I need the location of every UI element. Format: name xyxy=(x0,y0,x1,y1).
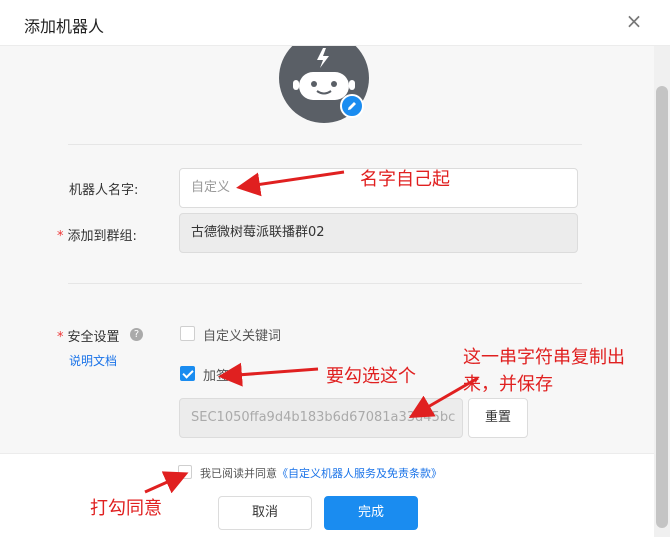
security-label: * 安全设置 xyxy=(57,330,120,345)
sign-option-label: 加签 xyxy=(203,369,230,384)
dialog-titlebar: 添加机器人 × xyxy=(0,0,670,46)
doc-link[interactable]: 说明文档 xyxy=(69,352,117,369)
scrollbar-thumb[interactable] xyxy=(656,86,668,528)
robot-name-label: 机器人名字: xyxy=(69,183,139,198)
annotation-sign: 要勾选这个 xyxy=(326,366,416,387)
keyword-option-label: 自定义关键词 xyxy=(203,329,282,344)
done-button[interactable]: 完成 xyxy=(324,496,418,530)
agree-text: 我已阅读并同意《自定义机器人服务及免责条款》 xyxy=(200,465,442,481)
pencil-icon xyxy=(348,102,356,110)
annotation-copy-line1: 这一串字符串复制出 xyxy=(463,347,625,368)
agree-checkbox[interactable] xyxy=(178,465,192,479)
annotation-name: 名字自己起 xyxy=(360,169,450,190)
section-divider-mid xyxy=(68,283,582,284)
section-divider-top xyxy=(68,144,582,145)
close-icon[interactable]: × xyxy=(624,10,644,32)
sign-checkbox[interactable] xyxy=(180,366,195,381)
group-label: * 添加到群组: xyxy=(57,229,137,244)
reset-button[interactable]: 重置 xyxy=(468,398,528,438)
group-field: 古德微树莓派联播群02 xyxy=(179,213,578,253)
secret-field[interactable]: SEC1050ffa9d4b183b6d67081a33d45bc xyxy=(179,398,463,438)
avatar-edit-button[interactable] xyxy=(340,94,364,118)
annotation-copy-line2: 来，并保存 xyxy=(463,374,553,395)
annotation-agree: 打勾同意 xyxy=(90,498,162,519)
cancel-button[interactable]: 取消 xyxy=(218,496,312,530)
terms-link[interactable]: 《自定义机器人服务及免责条款》 xyxy=(277,467,442,480)
add-robot-dialog: 添加机器人 × 机器人名字: 自定义 *添加到群组: 古德微树莓派联播群02 xyxy=(0,0,670,537)
keyword-checkbox[interactable] xyxy=(180,326,195,341)
help-icon[interactable]: ? xyxy=(130,328,143,341)
dialog-title: 添加机器人 xyxy=(24,17,105,36)
agree-prefix: 我已阅读并同意 xyxy=(200,467,277,480)
